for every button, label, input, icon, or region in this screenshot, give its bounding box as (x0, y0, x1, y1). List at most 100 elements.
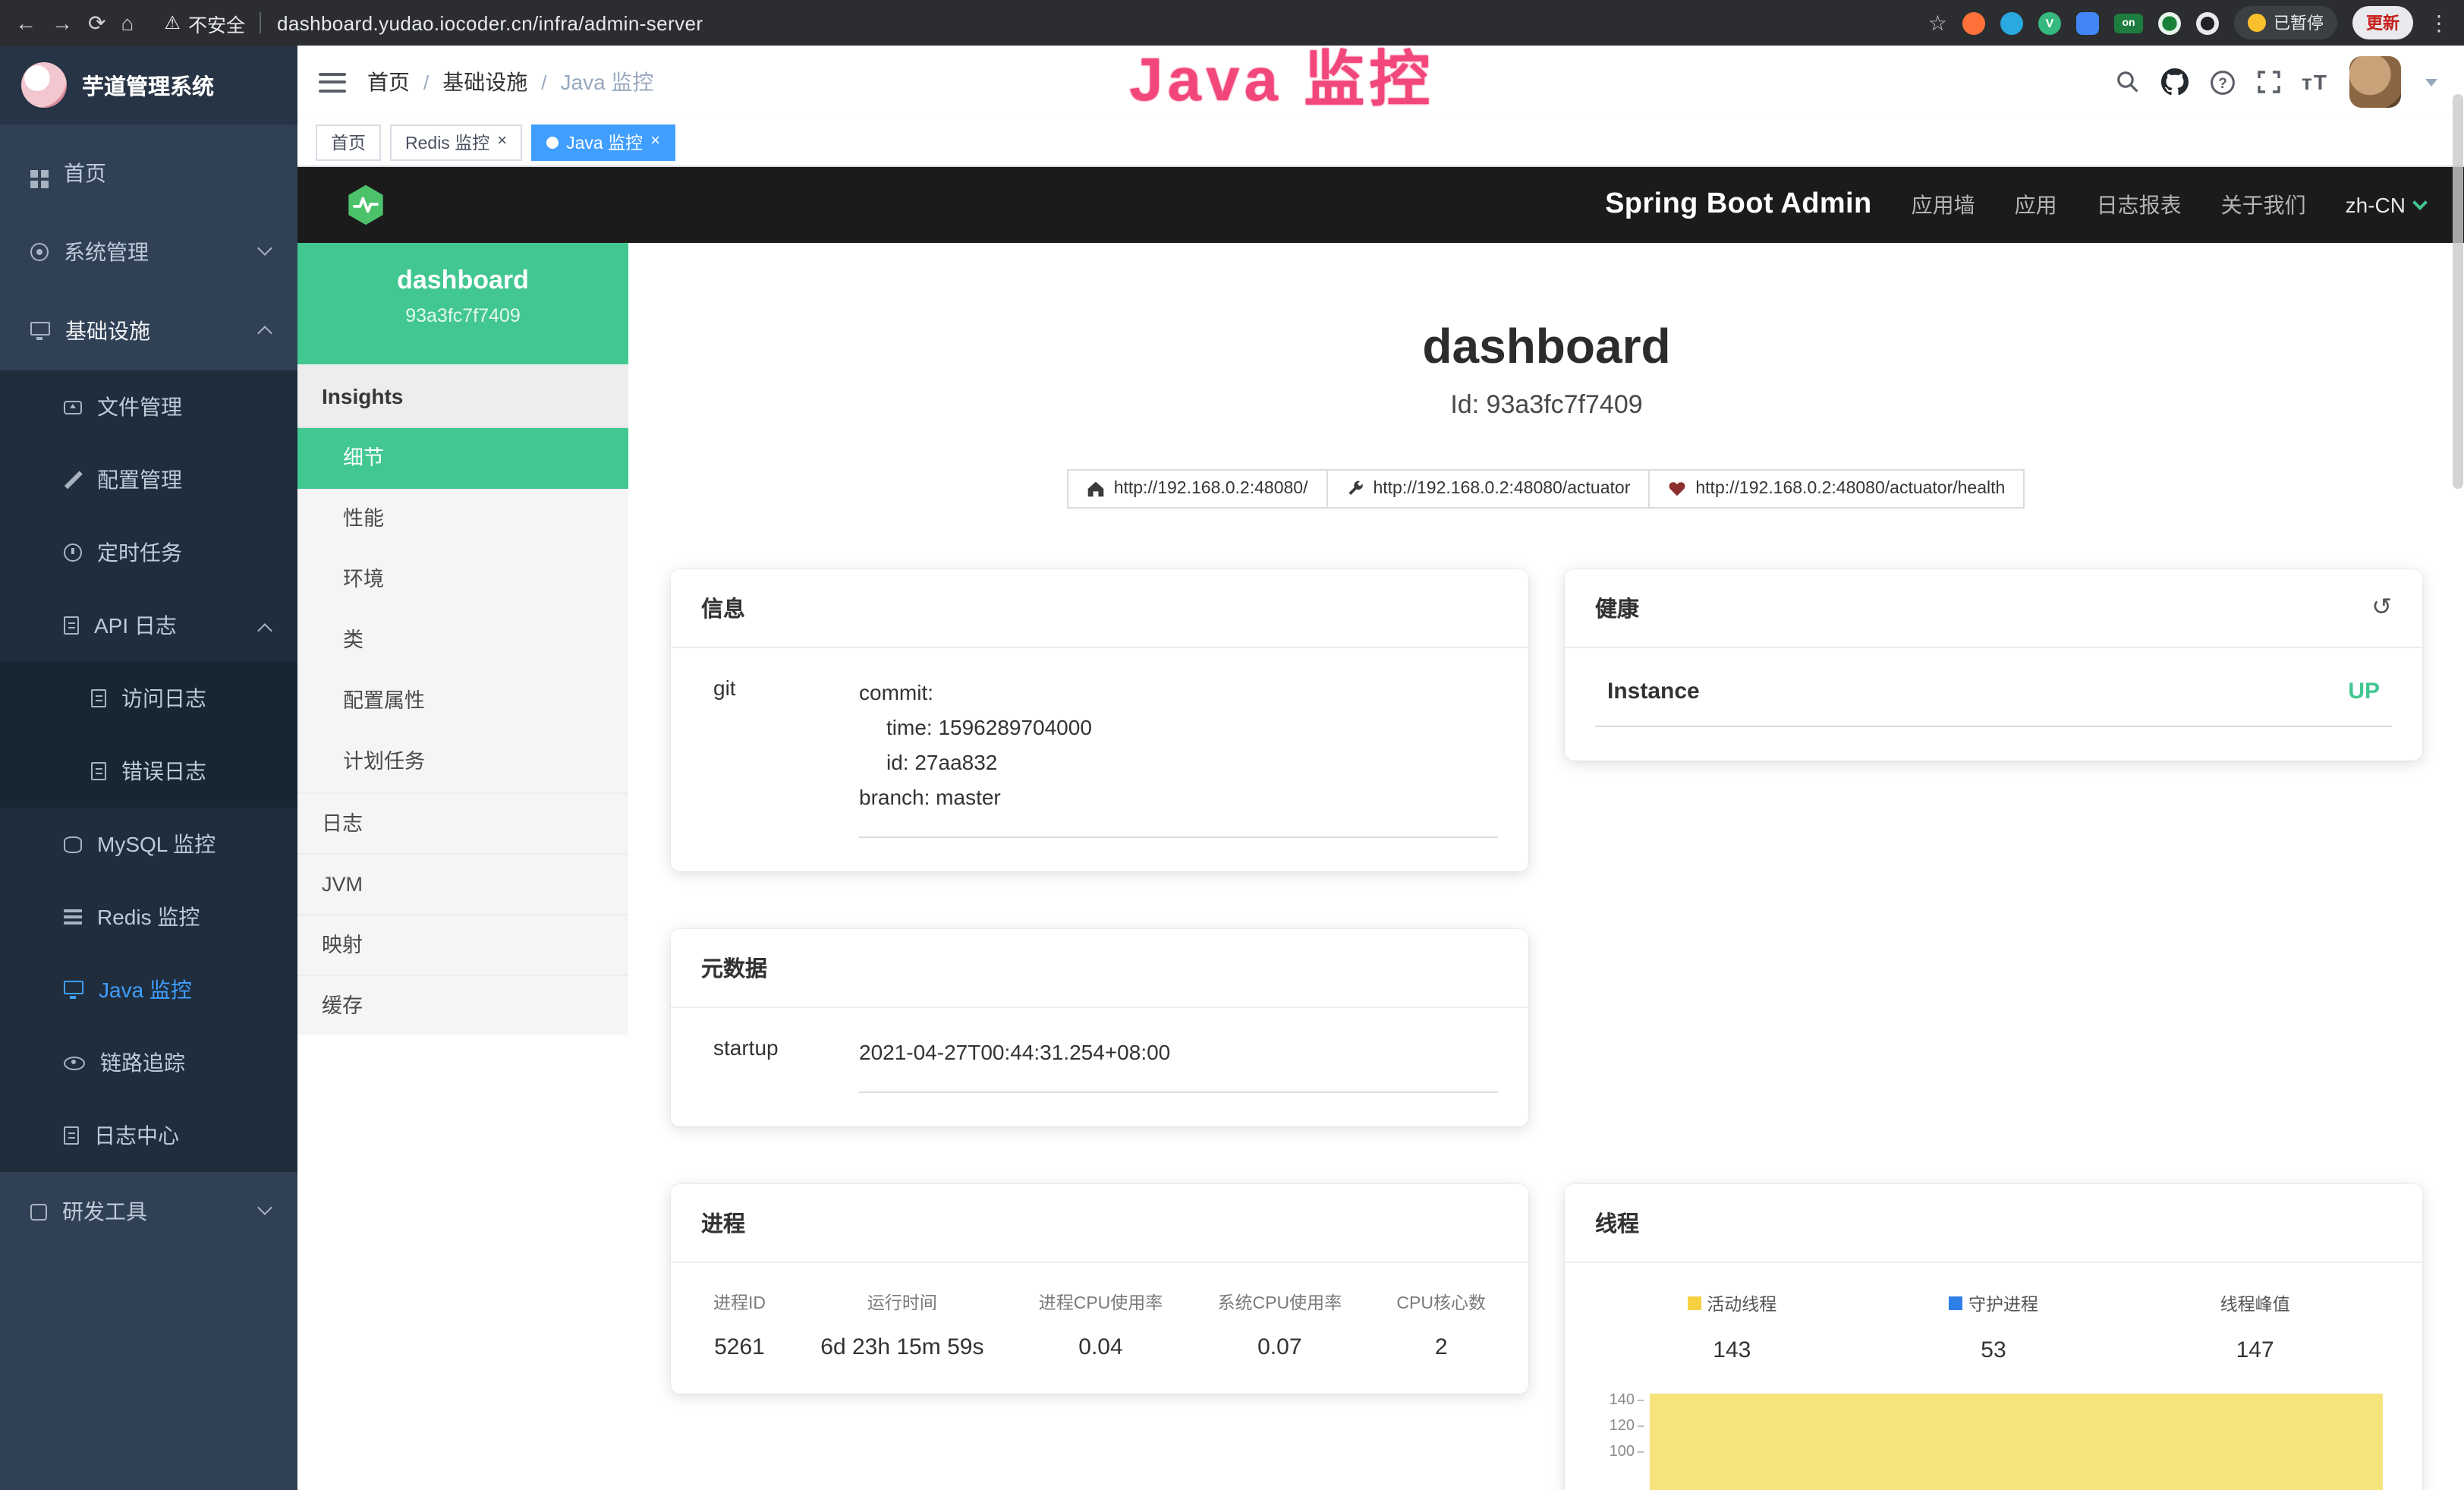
instance-title: dashboard (628, 319, 2464, 375)
sidebar-item-label: 系统管理 (64, 237, 149, 267)
sidebar-item-api-log[interactable]: API 日志 (0, 589, 297, 662)
actuator-url-link[interactable]: http://192.168.0.2:48080/actuator (1326, 469, 1650, 509)
reload-icon[interactable]: ⟳ (88, 12, 105, 33)
git-time-line: time: 1596289704000 (859, 710, 1498, 745)
threads-legend: 活动线程 143 守护进程 53 线程峰值 (1595, 1291, 2392, 1364)
card-body: Instance UP (1565, 648, 2422, 761)
sidebar-item-config-management[interactable]: 配置管理 (0, 443, 297, 516)
info-value: commit: time: 1596289704000 id: 27aa832 … (859, 676, 1498, 839)
browser-menu-icon[interactable]: ⋮ (2428, 12, 2450, 33)
sidebar-item-dev-tools[interactable]: 研发工具 (0, 1172, 297, 1251)
sba-brand[interactable] (343, 182, 389, 228)
forward-icon[interactable]: → (52, 12, 73, 33)
close-icon[interactable]: × (650, 134, 660, 150)
sba-menu-scheduled-tasks[interactable]: 计划任务 (297, 732, 628, 792)
user-avatar[interactable] (2349, 56, 2401, 108)
search-icon[interactable] (2115, 70, 2139, 94)
eye-icon (64, 1056, 85, 1069)
card-body: 进程ID 5261 运行时间 6d 23h 15m 59s (671, 1264, 1528, 1394)
instance-header[interactable]: dashboard 93a3fc7f7409 (297, 243, 628, 364)
sba-menu-section: Insights (297, 364, 628, 428)
extension-grid-icon[interactable] (2076, 11, 2099, 34)
col-value: 2 (1396, 1335, 1486, 1361)
layers-icon (64, 909, 82, 912)
breadcrumb: 首页 基础设施 Java 监控 (367, 67, 653, 97)
back-icon[interactable]: ← (15, 12, 36, 33)
sba-nav-about[interactable]: 关于我们 (2221, 190, 2306, 220)
sba-menu-caches[interactable]: 缓存 (297, 975, 628, 1035)
git-commit-line: commit: (859, 676, 1498, 710)
sba-menu-details[interactable]: 细节 (297, 428, 628, 489)
service-url-link[interactable]: http://192.168.0.2:48080/ (1067, 469, 1328, 509)
health-url-link[interactable]: http://192.168.0.2:48080/actuator/health (1648, 469, 2025, 509)
home-icon[interactable]: ⌂ (121, 12, 134, 33)
health-status-badge: UP (2348, 679, 2380, 704)
vertical-scrollbar[interactable] (2453, 94, 2463, 489)
sidebar-item-home[interactable]: 首页 (0, 134, 297, 213)
metadata-card: 元数据 startup 2021-04-27T00:44:31.254+08:0… (671, 930, 1528, 1127)
sidebar-item-tracing[interactable]: 链路追踪 (0, 1026, 297, 1099)
sidebar-item-file-management[interactable]: 文件管理 (0, 370, 297, 443)
sidebar-item-infrastructure[interactable]: 基础设施 (0, 291, 297, 370)
app-logo[interactable]: 芋道管理系统 (0, 46, 297, 124)
github-icon[interactable] (2160, 68, 2188, 96)
sba-menu-classes[interactable]: 类 (297, 610, 628, 671)
document-icon (91, 762, 106, 780)
paused-badge[interactable]: 已暂停 (2234, 6, 2337, 39)
font-size-icon[interactable]: ᴛT (2302, 70, 2328, 94)
tab-java-monitor[interactable]: Java 监控 × (531, 124, 675, 160)
sidebar-item-label: MySQL 监控 (97, 829, 216, 859)
sba-menu-environment[interactable]: 环境 (297, 550, 628, 610)
sba-menu-config-props[interactable]: 配置属性 (297, 671, 628, 732)
bookmark-star-icon[interactable]: ☆ (1928, 12, 1947, 33)
sidebar-item-log-center[interactable]: 日志中心 (0, 1099, 297, 1172)
sidebar-item-label: 配置管理 (97, 465, 182, 495)
sidebar-item-mysql-monitor[interactable]: MySQL 监控 (0, 808, 297, 880)
sba-brand-title: Spring Boot Admin (1605, 188, 1872, 222)
sba-menu-mappings[interactable]: 映射 (297, 914, 628, 975)
sba-nav-journal[interactable]: 日志报表 (2097, 190, 2182, 220)
sba-nav-applications[interactable]: 应用 (2015, 190, 2057, 220)
col-header: 进程ID (713, 1291, 766, 1315)
sidebar-item-error-log[interactable]: 错误日志 (0, 735, 297, 808)
instance-id: 93a3fc7f7409 (297, 305, 628, 326)
extension-paw-icon[interactable] (2196, 11, 2219, 34)
site-security-chip[interactable]: ⚠ 不安全 (164, 8, 245, 37)
extension-drop-icon[interactable] (2000, 11, 2023, 34)
chevron-down-icon (257, 1200, 272, 1215)
sba-menu-jvm[interactable]: JVM (297, 853, 628, 914)
tab-redis-monitor[interactable]: Redis 监控 × (390, 124, 522, 160)
hamburger-icon[interactable] (319, 72, 346, 92)
sidebar-item-java-monitor[interactable]: Java 监控 (0, 953, 297, 1026)
sidebar-item-system-management[interactable]: 系统管理 (0, 213, 297, 291)
extension-vue-icon[interactable]: V (2038, 11, 2061, 34)
card-body: startup 2021-04-27T00:44:31.254+08:00 (671, 1009, 1528, 1127)
extension-on-icon[interactable]: on (2114, 13, 2143, 33)
process-col-uptime: 运行时间 6d 23h 15m 59s (820, 1291, 983, 1361)
tab-home[interactable]: 首页 (316, 124, 381, 160)
sba-menu-logs[interactable]: 日志 (297, 792, 628, 853)
database-icon (64, 836, 82, 852)
monitor-icon (30, 322, 50, 335)
locale-selector[interactable]: zh-CN (2346, 193, 2425, 217)
close-icon[interactable]: × (497, 134, 507, 150)
avatar-caret-icon[interactable] (2425, 78, 2437, 86)
sba-main: dashboard Id: 93a3fc7f7409 http://192.16… (628, 243, 2464, 1490)
info-key: git (701, 676, 859, 839)
update-button[interactable]: 更新 (2352, 6, 2413, 39)
sba-menu-metrics[interactable]: 性能 (297, 489, 628, 550)
y-tick: 100 (1595, 1440, 1650, 1466)
breadcrumb-home[interactable]: 首页 (367, 67, 410, 97)
sidebar-item-scheduled-jobs[interactable]: 定时任务 (0, 516, 297, 589)
help-icon[interactable]: ? (2209, 69, 2235, 95)
sidebar-item-access-log[interactable]: 访问日志 (0, 662, 297, 735)
fullscreen-icon[interactable] (2256, 70, 2280, 94)
address-bar-url[interactable]: dashboard.yudao.iocoder.cn/infra/admin-s… (277, 11, 703, 34)
chart-y-axis: 140 120 100 (1595, 1388, 1650, 1466)
history-icon[interactable]: ↺ (2371, 596, 2392, 620)
extension-leaf-icon[interactable] (2158, 11, 2181, 34)
sba-nav-wallboard[interactable]: 应用墙 (1912, 190, 1975, 220)
extension-fox-icon[interactable] (1962, 11, 1985, 34)
sidebar-item-redis-monitor[interactable]: Redis 监控 (0, 880, 297, 953)
breadcrumb-infrastructure[interactable]: 基础设施 (442, 67, 527, 97)
